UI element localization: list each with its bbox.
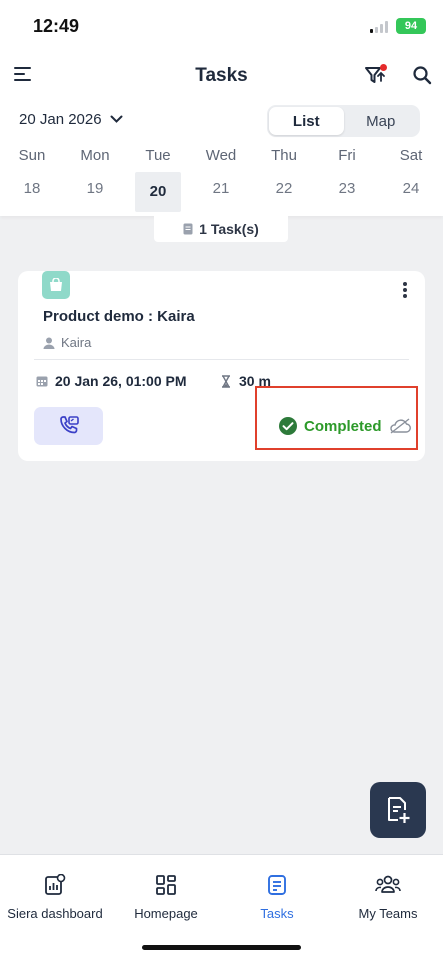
battery-level: 94 bbox=[404, 20, 418, 32]
nav-homepage[interactable]: Homepage bbox=[111, 874, 221, 921]
date-selector[interactable]: 20 Jan 2026 bbox=[19, 111, 123, 128]
card-divider bbox=[34, 359, 409, 360]
task-title: Product demo : Kaira bbox=[43, 308, 195, 325]
dashboard-icon bbox=[45, 874, 66, 895]
day-name: Mon bbox=[80, 147, 110, 164]
day-wed[interactable]: Wed 21 bbox=[199, 144, 243, 212]
day-mon[interactable]: Mon 19 bbox=[73, 144, 117, 212]
task-datetime: 20 Jan 26, 01:00 PM bbox=[36, 373, 187, 389]
selected-date: 20 Jan 2026 bbox=[19, 111, 102, 128]
completed-check-icon bbox=[279, 417, 297, 435]
toggle-map[interactable]: Map bbox=[344, 107, 419, 135]
cloud-off-icon bbox=[389, 418, 411, 434]
nav-label: Tasks bbox=[260, 906, 294, 921]
grid-icon bbox=[156, 875, 176, 895]
day-number: 19 bbox=[86, 180, 104, 197]
nav-siera-dashboard[interactable]: Siera dashboard bbox=[0, 874, 110, 921]
day-name: Tue bbox=[145, 147, 171, 164]
datetime-text: 20 Jan 26, 01:00 PM bbox=[55, 373, 187, 389]
day-name: Fri bbox=[338, 147, 356, 164]
chevron-down-icon bbox=[110, 115, 123, 123]
task-count-label: 1 Task(s) bbox=[199, 221, 259, 237]
status-time: 12:49 bbox=[33, 16, 80, 36]
assignee-name: Kaira bbox=[61, 335, 92, 350]
day-sun[interactable]: Sun 18 bbox=[10, 144, 54, 212]
day-name: Thu bbox=[271, 147, 297, 164]
filter-icon[interactable] bbox=[364, 64, 388, 88]
team-icon bbox=[375, 875, 401, 893]
nav-label: Homepage bbox=[134, 906, 198, 921]
day-thu[interactable]: Thu 22 bbox=[262, 144, 306, 212]
call-button[interactable] bbox=[34, 407, 103, 445]
add-task-icon bbox=[388, 797, 410, 823]
toggle-list[interactable]: List bbox=[269, 107, 344, 135]
day-tue[interactable]: Tue 20 bbox=[135, 144, 181, 212]
status-label: Completed bbox=[304, 417, 382, 435]
filter-active-dot bbox=[380, 64, 387, 71]
search-icon[interactable] bbox=[412, 65, 432, 85]
status-bar: 12:49 94 bbox=[0, 0, 443, 52]
nav-label: Siera dashboard bbox=[7, 906, 103, 921]
calendar-icon bbox=[36, 376, 48, 387]
day-name: Sun bbox=[18, 147, 46, 164]
task-type-icon bbox=[42, 271, 70, 299]
day-number: 23 bbox=[338, 180, 356, 197]
day-fri[interactable]: Fri 23 bbox=[325, 144, 369, 212]
call-icon bbox=[59, 416, 79, 434]
task-count-icon bbox=[183, 223, 193, 235]
day-number: 21 bbox=[212, 180, 230, 197]
day-number: 18 bbox=[23, 180, 41, 197]
week-strip: Sun 18 Mon 19 Tue 20 Wed 21 Thu 22 Fri 2… bbox=[0, 144, 443, 212]
day-number: 24 bbox=[402, 180, 420, 197]
view-toggle: List Map bbox=[267, 105, 420, 137]
hourglass-icon bbox=[222, 374, 230, 388]
day-number: 20 bbox=[135, 172, 181, 212]
tasks-icon bbox=[268, 875, 286, 895]
person-icon bbox=[43, 337, 55, 349]
add-task-button[interactable] bbox=[370, 782, 426, 838]
nav-label: My Teams bbox=[358, 906, 418, 921]
day-name: Wed bbox=[205, 147, 237, 164]
day-number: 22 bbox=[275, 180, 293, 197]
task-count-badge: 1 Task(s) bbox=[154, 216, 288, 242]
nav-tasks[interactable]: Tasks bbox=[222, 874, 332, 921]
more-options-icon[interactable] bbox=[401, 282, 409, 300]
battery-icon: 94 bbox=[396, 18, 426, 34]
home-indicator bbox=[142, 945, 301, 950]
app-header: Tasks 20 Jan 2026 List Map Sun 18 Mon 19 bbox=[0, 52, 443, 216]
nav-my-teams[interactable]: My Teams bbox=[333, 874, 443, 921]
task-assignee: Kaira bbox=[43, 335, 91, 350]
signal-icon bbox=[370, 21, 388, 33]
task-status[interactable]: Completed bbox=[278, 416, 412, 436]
day-sat[interactable]: Sat 24 bbox=[389, 144, 433, 212]
day-name: Sat bbox=[399, 147, 423, 164]
